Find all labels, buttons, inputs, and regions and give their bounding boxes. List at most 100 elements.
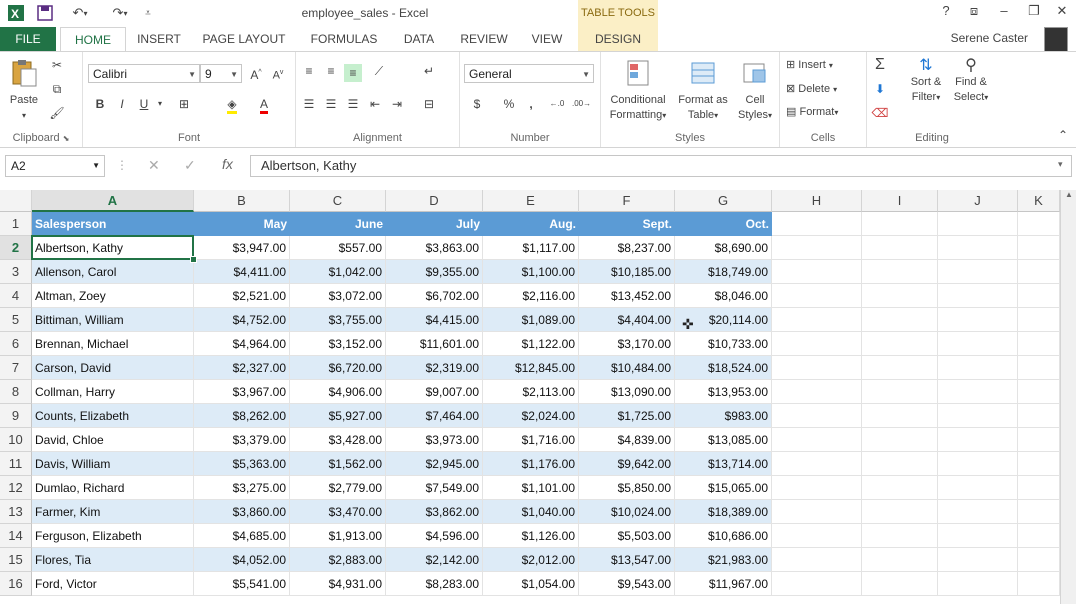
table-cell[interactable]: $10,024.00 xyxy=(579,500,675,524)
table-cell[interactable]: $1,089.00 xyxy=(483,308,579,332)
column-header-k[interactable]: K xyxy=(1018,190,1060,212)
formula-bar-options-icon[interactable]: ⋮ xyxy=(116,158,128,172)
table-cell[interactable] xyxy=(862,476,938,500)
table-cell[interactable]: $9,642.00 xyxy=(579,452,675,476)
table-cell[interactable] xyxy=(772,260,862,284)
cancel-entry-icon[interactable]: ✕ xyxy=(148,157,160,174)
table-cell[interactable] xyxy=(1018,212,1060,236)
italic-button[interactable]: I xyxy=(113,95,131,113)
table-header-cell[interactable]: Sept. xyxy=(579,212,675,236)
row-header[interactable]: 16 xyxy=(0,572,32,596)
table-cell[interactable]: $1,054.00 xyxy=(483,572,579,596)
insert-cells-button[interactable]: ⊞ Insert ▾ xyxy=(786,58,833,73)
table-cell[interactable]: Davis, William xyxy=(32,452,194,476)
table-cell[interactable] xyxy=(862,500,938,524)
font-size-dropdown[interactable]: 9 ▼ xyxy=(200,64,242,83)
table-cell[interactable] xyxy=(862,212,938,236)
worksheet-grid[interactable]: A B C D E F G H I J K 1 Salesperson May June July Aug. Se… xyxy=(0,190,1060,604)
table-cell[interactable]: $2,116.00 xyxy=(483,284,579,308)
table-cell[interactable]: $5,363.00 xyxy=(194,452,290,476)
table-cell[interactable]: $9,355.00 xyxy=(386,260,483,284)
table-cell[interactable]: $1,042.00 xyxy=(290,260,386,284)
table-cell[interactable]: $13,714.00 xyxy=(675,452,772,476)
table-cell[interactable]: $4,839.00 xyxy=(579,428,675,452)
table-cell[interactable] xyxy=(938,476,1018,500)
avatar[interactable] xyxy=(1044,27,1068,53)
table-header-cell[interactable]: May xyxy=(194,212,290,236)
table-cell[interactable]: $10,185.00 xyxy=(579,260,675,284)
restore-button[interactable]: ❐ xyxy=(1022,3,1046,19)
table-cell[interactable]: $3,170.00 xyxy=(579,332,675,356)
table-cell[interactable]: $4,052.00 xyxy=(194,548,290,572)
sort-filter-button[interactable]: ⇅ Sort & Filter▾ xyxy=(905,58,947,105)
table-cell[interactable] xyxy=(1018,548,1060,572)
table-cell[interactable] xyxy=(772,404,862,428)
table-cell[interactable] xyxy=(772,548,862,572)
tab-insert[interactable]: INSERT xyxy=(132,27,186,51)
orientation-icon[interactable]: ⟋ xyxy=(370,62,388,80)
column-header-f[interactable]: F xyxy=(579,190,675,212)
table-cell[interactable]: $18,749.00 xyxy=(675,260,772,284)
fill-icon[interactable]: ⬇ xyxy=(871,80,889,98)
table-cell[interactable]: $10,686.00 xyxy=(675,524,772,548)
expand-formula-bar-icon[interactable]: ▾ xyxy=(1058,159,1063,170)
copy-icon[interactable]: ⧉ xyxy=(48,80,66,98)
fill-handle[interactable] xyxy=(190,256,197,263)
table-cell[interactable]: $13,085.00 xyxy=(675,428,772,452)
table-cell[interactable]: Albertson, Kathy xyxy=(32,236,194,260)
table-cell[interactable]: $4,964.00 xyxy=(194,332,290,356)
table-cell[interactable] xyxy=(1018,236,1060,260)
table-cell[interactable] xyxy=(938,428,1018,452)
table-cell[interactable]: $1,126.00 xyxy=(483,524,579,548)
row-header[interactable]: 3 xyxy=(0,260,32,284)
table-cell[interactable] xyxy=(1018,308,1060,332)
table-cell[interactable] xyxy=(862,428,938,452)
table-cell[interactable]: Carson, David xyxy=(32,356,194,380)
table-cell[interactable]: $1,716.00 xyxy=(483,428,579,452)
ribbon-display-options-icon[interactable]: ⧈ xyxy=(962,3,986,19)
tab-home[interactable]: HOME xyxy=(60,27,126,53)
table-cell[interactable] xyxy=(1018,356,1060,380)
table-cell[interactable]: $3,967.00 xyxy=(194,380,290,404)
table-cell[interactable] xyxy=(862,524,938,548)
table-cell[interactable] xyxy=(1018,404,1060,428)
table-cell[interactable] xyxy=(1018,284,1060,308)
table-cell[interactable]: $1,725.00 xyxy=(579,404,675,428)
table-cell[interactable]: $6,702.00 xyxy=(386,284,483,308)
table-cell[interactable]: $18,389.00 xyxy=(675,500,772,524)
table-cell[interactable]: $3,379.00 xyxy=(194,428,290,452)
vertical-scrollbar[interactable]: ▲ xyxy=(1060,190,1076,604)
table-cell[interactable]: Collman, Harry xyxy=(32,380,194,404)
row-header[interactable]: 15 xyxy=(0,548,32,572)
tab-data[interactable]: DATA xyxy=(394,27,444,51)
table-cell[interactable] xyxy=(938,260,1018,284)
table-cell[interactable]: $3,755.00 xyxy=(290,308,386,332)
tab-page-layout[interactable]: PAGE LAYOUT xyxy=(196,27,292,51)
row-header[interactable]: 4 xyxy=(0,284,32,308)
column-header-h[interactable]: H xyxy=(772,190,862,212)
column-header-e[interactable]: E xyxy=(483,190,579,212)
table-cell[interactable] xyxy=(862,380,938,404)
table-cell[interactable] xyxy=(772,500,862,524)
name-box[interactable]: A2 ▼ xyxy=(5,155,105,177)
table-cell[interactable]: Dumlao, Richard xyxy=(32,476,194,500)
table-cell[interactable]: $3,470.00 xyxy=(290,500,386,524)
bold-button[interactable]: B xyxy=(91,95,109,113)
table-cell[interactable] xyxy=(772,332,862,356)
fill-color-icon[interactable]: ◈ xyxy=(223,95,241,114)
table-cell[interactable]: $3,860.00 xyxy=(194,500,290,524)
table-cell[interactable]: $8,283.00 xyxy=(386,572,483,596)
table-cell[interactable] xyxy=(1018,476,1060,500)
align-bottom-icon[interactable]: ≡ xyxy=(344,64,362,82)
row-header[interactable]: 11 xyxy=(0,452,32,476)
table-cell[interactable] xyxy=(862,236,938,260)
column-header-a[interactable]: A xyxy=(32,190,194,212)
align-left-icon[interactable]: ☰ xyxy=(300,95,318,113)
table-cell[interactable] xyxy=(938,356,1018,380)
table-cell[interactable]: $13,547.00 xyxy=(579,548,675,572)
table-cell[interactable] xyxy=(862,548,938,572)
increase-indent-icon[interactable]: ⇥ xyxy=(388,95,406,113)
table-cell[interactable]: $1,100.00 xyxy=(483,260,579,284)
align-middle-icon[interactable]: ≡ xyxy=(322,62,340,80)
table-cell[interactable] xyxy=(938,380,1018,404)
